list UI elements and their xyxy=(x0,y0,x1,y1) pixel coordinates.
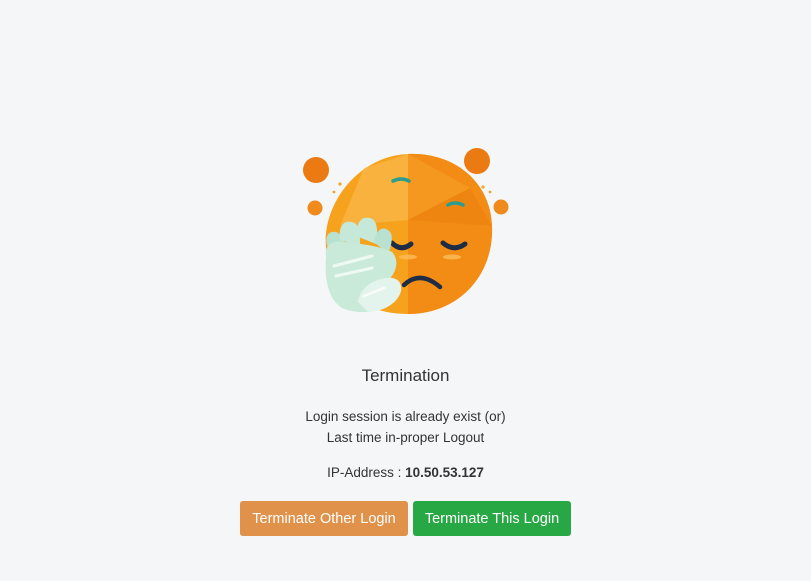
page-title: Termination xyxy=(361,366,450,385)
ip-address-row: IP-Address : 10.50.53.127 xyxy=(0,465,811,480)
action-buttons: Terminate Other Login Terminate This Log… xyxy=(0,501,811,536)
termination-message: Login session is already exist (or) Last… xyxy=(0,406,811,448)
termination-page: Termination Login session is already exi… xyxy=(0,0,811,581)
ip-address-label: IP-Address : xyxy=(327,465,402,480)
terminate-other-login-button[interactable]: Terminate Other Login xyxy=(240,501,408,536)
message-line-2: Last time in-proper Logout xyxy=(326,430,485,445)
facepalm-emoji-icon xyxy=(303,148,509,314)
ip-address-value: 10.50.53.127 xyxy=(405,465,484,480)
terminate-this-login-button[interactable]: Terminate This Login xyxy=(413,501,571,536)
message-line-1: Login session is already exist (or) xyxy=(305,409,506,424)
